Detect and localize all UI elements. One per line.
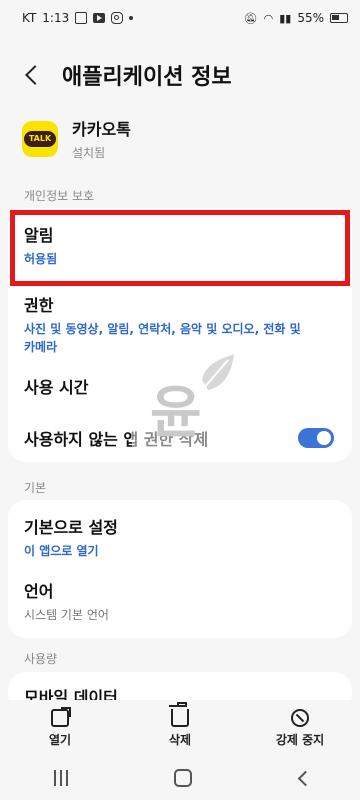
gallery-icon — [75, 12, 88, 24]
system-nav-bar — [0, 756, 360, 800]
trash-icon — [169, 701, 189, 727]
nav-back-icon[interactable] — [296, 772, 308, 784]
wifi-icon: ◠ — [263, 11, 274, 25]
app-install-status: 설치됨 — [72, 146, 106, 160]
home-icon[interactable] — [174, 769, 192, 787]
carrier-label: KT — [22, 11, 37, 25]
section-label-basic: 기본 — [24, 481, 47, 495]
bottom-action-bar: 열기 삭제 강제 중지 — [0, 700, 360, 756]
delete-button[interactable]: 삭제 — [125, 701, 235, 748]
mute-icon: 🔕︎ — [243, 11, 258, 25]
default-app-item[interactable]: 기본으로 설정 이 앱으로 열기 — [8, 500, 352, 568]
app-icon-text: TALK — [23, 130, 57, 147]
more-notifications-icon — [129, 16, 134, 20]
permissions-title: 권한 — [24, 296, 54, 315]
app-name: 카카오톡 — [72, 120, 131, 139]
back-arrow-icon[interactable] — [22, 64, 44, 86]
recents-icon[interactable] — [52, 770, 70, 786]
language-item[interactable]: 언어 시스템 기본 언어 — [8, 568, 352, 638]
basic-card: 기본으로 설정 이 앱으로 열기 언어 시스템 기본 언어 — [8, 500, 352, 638]
language-sub: 시스템 기본 언어 — [24, 608, 109, 622]
force-stop-icon — [291, 708, 309, 727]
signal-icon: ▮▮ — [279, 11, 292, 25]
watermark-text: 윤 — [150, 381, 202, 446]
battery-percent: 55% — [297, 11, 324, 25]
default-app-title: 기본으로 설정 — [24, 518, 118, 537]
time-label: 1:13 — [42, 11, 70, 25]
notifications-status: 허용됨 — [24, 252, 58, 266]
app-text: 카카오톡 설치됨 — [72, 116, 131, 161]
force-stop-button[interactable]: 강제 중지 — [245, 708, 355, 748]
section-label-usage: 사용량 — [24, 652, 58, 666]
delete-label: 삭제 — [168, 732, 192, 747]
page-title: 애플리케이션 정보 — [62, 65, 232, 90]
status-right: 🔕︎ ◠ ▮▮ 55% — [244, 11, 348, 25]
remove-permissions-toggle[interactable] — [298, 428, 334, 448]
open-external-icon — [51, 706, 71, 727]
instagram-icon — [111, 12, 124, 24]
app-summary: TALK 카카오톡 설치됨 — [22, 116, 131, 161]
watermark-logo: 윤 — [132, 350, 236, 454]
default-app-sub: 이 앱으로 열기 — [24, 544, 99, 558]
section-label-privacy: 개인정보 보호 — [24, 189, 95, 203]
language-title: 언어 — [24, 582, 54, 601]
notifications-title: 알림 — [24, 226, 54, 245]
force-stop-label: 강제 중지 — [275, 732, 325, 747]
status-left: KT 1:13 — [22, 11, 134, 25]
app-bar: 애플리케이션 정보 — [0, 50, 360, 100]
kakaotalk-app-icon: TALK — [22, 120, 58, 157]
status-bar: KT 1:13 🔕︎ ◠ ▮▮ 55% — [0, 0, 360, 36]
battery-icon — [330, 13, 348, 23]
open-button[interactable]: 열기 — [5, 706, 115, 748]
notifications-item[interactable]: 알림 허용됨 — [8, 208, 352, 286]
open-label: 열기 — [48, 732, 72, 747]
youtube-icon — [93, 13, 106, 23]
